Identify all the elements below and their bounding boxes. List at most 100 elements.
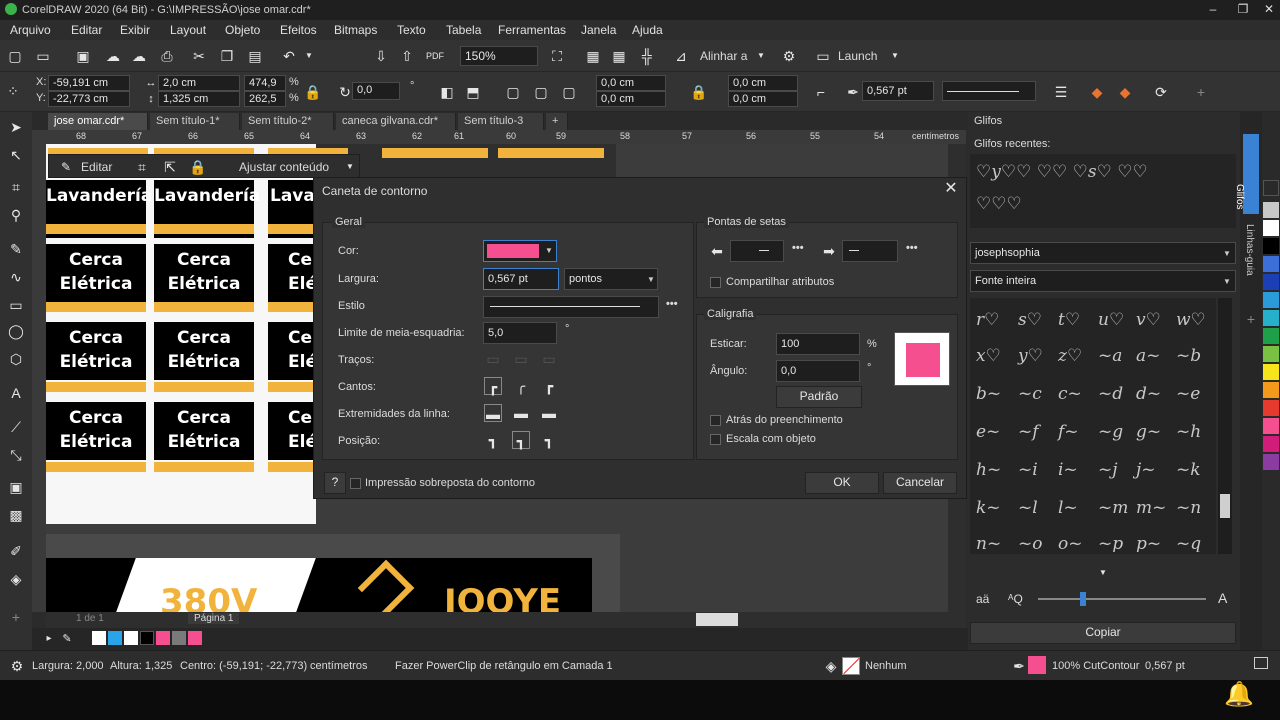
menu-efeitos[interactable]: Efeitos	[280, 23, 317, 37]
corner-bottom-right-field[interactable]: 0,0 cm	[728, 91, 798, 107]
glyph-size-handle[interactable]	[1080, 592, 1086, 606]
menu-layout[interactable]: Layout	[170, 23, 206, 37]
dimension-tool-icon[interactable]: ⟋	[7, 418, 25, 436]
print-icon[interactable]: ⎙	[158, 47, 176, 65]
help-button[interactable]: ?	[324, 472, 346, 494]
y-position-field[interactable]: -22,773 cm	[48, 91, 130, 107]
launch-dropdown-icon[interactable]: ▼	[886, 47, 904, 65]
glyph-cell[interactable]: k~	[976, 498, 1001, 518]
label-card[interactable]: Cerca Elétrica	[154, 322, 254, 380]
menu-texto[interactable]: Texto	[397, 23, 426, 37]
mirror-horizontal-icon[interactable]: ◧	[438, 83, 456, 101]
label-card[interactable]: Cerca Elétrica	[154, 244, 254, 302]
glyph-cell[interactable]: ~j	[1098, 460, 1118, 480]
outline-width-input[interactable]: 0,567 pt	[483, 268, 559, 290]
inside-position-icon[interactable]: ┓	[540, 431, 558, 449]
interactive-fill-icon[interactable]: ◈	[7, 570, 25, 588]
message-icon[interactable]	[1254, 657, 1268, 669]
glyph-cell[interactable]: ~i	[1018, 460, 1038, 480]
undo-dropdown-icon[interactable]: ▼	[300, 47, 318, 65]
menu-exibir[interactable]: Exibir	[120, 23, 150, 37]
corner-bottom-left-field[interactable]: 0,0 cm	[596, 91, 666, 107]
glyph-cell[interactable]: ~h	[1176, 422, 1201, 442]
butt-cap-icon[interactable]: ▬	[484, 404, 502, 422]
swatch[interactable]	[140, 631, 154, 645]
glyph-cell[interactable]: m~	[1136, 498, 1166, 518]
label-card[interactable]: Cerca Elétrica	[46, 322, 146, 380]
glyph-scroll-thumb[interactable]	[1220, 494, 1230, 518]
maximize-button[interactable]: ❐	[1230, 2, 1256, 18]
swatch[interactable]	[92, 631, 106, 645]
adjust-dropdown-icon[interactable]: ▼	[341, 158, 359, 176]
menu-ferramentas[interactable]: Ferramentas	[498, 23, 566, 37]
palette-swatch[interactable]	[1263, 436, 1279, 452]
copy-icon[interactable]: ❐	[218, 47, 236, 65]
palette-swatch[interactable]	[1263, 328, 1279, 344]
glyph-cell[interactable]: ~f	[1018, 422, 1039, 442]
palette-swatch[interactable]	[1263, 202, 1279, 218]
glyph-cell[interactable]: z♡	[1058, 346, 1082, 366]
label-card[interactable]: Ce Elé	[268, 244, 317, 302]
launch-icon[interactable]: ▭	[814, 47, 832, 65]
line-style-dropdown[interactable]	[483, 296, 659, 318]
palette-swatch[interactable]	[1263, 418, 1279, 434]
menu-editar[interactable]: Editar	[71, 23, 102, 37]
chamfer-corner-icon[interactable]: ▢	[560, 83, 578, 101]
swatch[interactable]	[188, 631, 202, 645]
menu-arquivo[interactable]: Arquivo	[10, 23, 51, 37]
glyph-cell[interactable]: c~	[1058, 384, 1082, 404]
recent-glyphs-row[interactable]: ♡y♡♡ ♡♡ ♡s♡ ♡♡	[976, 162, 1148, 182]
label-card[interactable]: Cerca Elétrica	[154, 402, 254, 460]
glyph-cell[interactable]: j~	[1136, 460, 1156, 480]
new-tab-button[interactable]: +	[546, 113, 568, 130]
page-tab[interactable]: Página 1	[188, 613, 240, 624]
glyph-filter-select[interactable]: Fonte inteira	[970, 270, 1236, 292]
guidelines-icon[interactable]: ╬	[638, 47, 656, 65]
palette-swatch[interactable]	[1263, 364, 1279, 380]
glyph-cell[interactable]: ~l	[1018, 498, 1038, 518]
tab-glyphs[interactable]: Glifos	[1234, 134, 1259, 214]
extract-contents-icon[interactable]: ⇱	[161, 158, 179, 176]
filter-dropdown-icon[interactable]: ▼	[1220, 277, 1234, 286]
align-dropdown-icon[interactable]: ▼	[752, 47, 770, 65]
glyph-cell[interactable]: ~m	[1098, 498, 1128, 518]
show-rulers-icon[interactable]: ▦	[584, 47, 602, 65]
glyph-cell[interactable]: u♡	[1098, 310, 1124, 330]
palette-swatch[interactable]	[1263, 238, 1279, 254]
miter-corner-icon[interactable]: ┏	[484, 377, 502, 395]
paste-icon[interactable]: ▤	[246, 47, 264, 65]
lock-contents-icon[interactable]: 🔒	[189, 158, 207, 176]
glyph-cell[interactable]: p~	[1136, 534, 1161, 552]
menu-janela[interactable]: Janela	[581, 23, 616, 37]
overprint-checkbox[interactable]	[350, 478, 361, 489]
lock-ratio-icon[interactable]: 🔒	[304, 83, 322, 101]
no-color-swatch[interactable]	[1263, 180, 1279, 196]
tab-sem-titulo-2[interactable]: Sem título-2*	[242, 113, 334, 130]
glyph-cell[interactable]: ~n	[1176, 498, 1201, 518]
wrap-text-icon[interactable]: ☰	[1052, 83, 1070, 101]
outline-width-field[interactable]: 0,567 pt	[862, 81, 934, 101]
glyph-size-slider[interactable]	[1038, 592, 1206, 606]
zoom-level-field[interactable]: 150%	[460, 46, 538, 66]
bevel-corner-icon[interactable]: ┏	[540, 377, 558, 395]
width-field[interactable]: 2,0 cm	[158, 75, 240, 91]
glyph-cell[interactable]: y♡	[1018, 346, 1043, 366]
select-contents-icon[interactable]: ⌗	[133, 158, 151, 176]
glyph-cell[interactable]: t♡	[1058, 310, 1080, 330]
swatch[interactable]	[124, 631, 138, 645]
scale-width-field[interactable]: 474,9	[244, 75, 286, 91]
scale-height-field[interactable]: 262,5	[244, 91, 286, 107]
add-tool-icon[interactable]: +	[7, 608, 25, 626]
glyph-cell[interactable]: ~p	[1098, 534, 1123, 552]
glyph-cell[interactable]: w♡	[1176, 310, 1206, 330]
glyph-cell[interactable]: v♡	[1136, 310, 1161, 330]
glyph-cell[interactable]: h~	[976, 460, 1001, 480]
angle-input[interactable]: 0,0	[776, 360, 860, 382]
connector-tool-icon[interactable]: ⤡	[7, 446, 25, 464]
to-back-icon[interactable]: ◆	[1116, 83, 1134, 101]
font-dropdown-icon[interactable]: ▼	[1220, 249, 1234, 258]
cancel-button[interactable]: Cancelar	[883, 472, 957, 494]
crop-tool-icon[interactable]: ⌗	[7, 178, 25, 196]
palette-swatch[interactable]	[1263, 382, 1279, 398]
tab-sem-titulo-1[interactable]: Sem título-1*	[150, 113, 240, 130]
